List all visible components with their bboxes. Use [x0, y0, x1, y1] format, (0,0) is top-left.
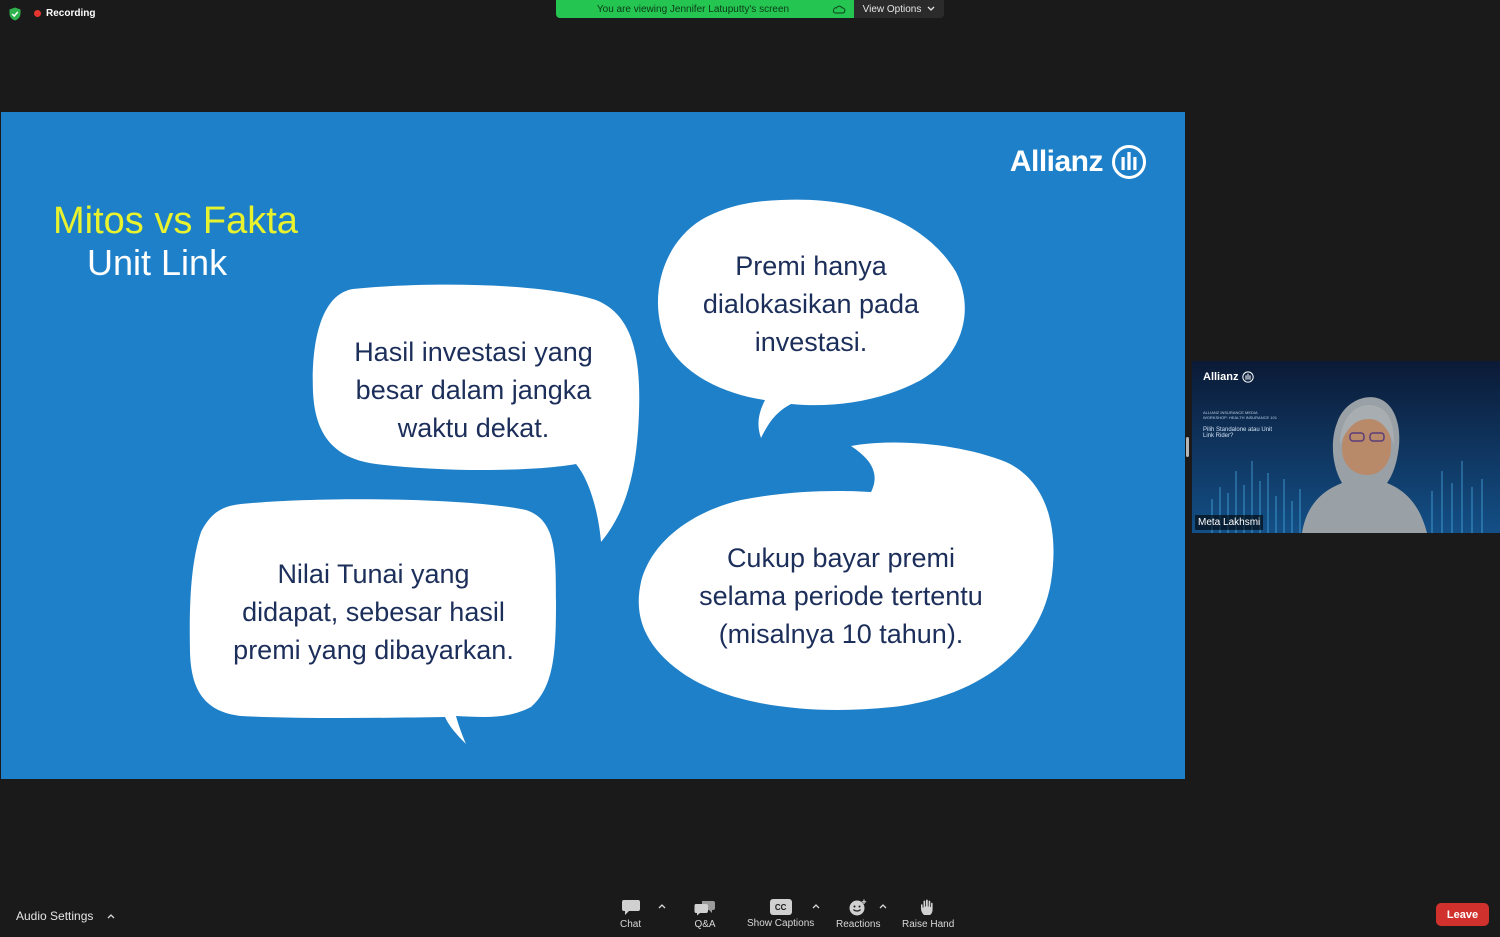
share-banner-text: You are viewing Jennifer Latuputty's scr…: [596, 3, 790, 15]
reactions-options-chevron-icon[interactable]: [879, 903, 887, 909]
virtual-background-graphic: [1192, 361, 1500, 533]
meeting-toolbar: Audio Settings Chat Q&A CC Show Captions: [0, 893, 1500, 937]
screen-share-banner: You are viewing Jennifer Latuputty's scr…: [556, 0, 854, 18]
allianz-eagle-icon: [1242, 371, 1255, 383]
chat-label: Chat: [620, 919, 642, 930]
closed-captions-icon: CC: [769, 899, 792, 915]
show-captions-label: Show Captions: [747, 918, 815, 929]
leave-button[interactable]: Leave: [1436, 903, 1489, 926]
recording-indicator[interactable]: Recording: [34, 8, 95, 19]
zoom-window: Recording You are viewing Jennifer Latup…: [0, 0, 1500, 937]
cloud-icon: [832, 5, 846, 14]
chat-button[interactable]: Chat: [620, 899, 641, 930]
raise-hand-label: Raise Hand: [902, 919, 955, 930]
chat-icon: [621, 900, 640, 915]
reactions-label: Reactions: [836, 919, 881, 930]
recording-label: Recording: [46, 8, 96, 19]
participant-video-tile[interactable]: Allianz ALLIANZ INSURANCE MEDIA WORKSHOP…: [1192, 361, 1500, 533]
recording-dot-icon: [34, 10, 41, 17]
audio-settings-button[interactable]: Audio Settings: [16, 909, 115, 923]
hand-icon: [921, 899, 933, 915]
view-options-label: View Options: [862, 3, 922, 15]
shared-screen-slide: Allianz Mitos vs Fakta Unit Link Hasil i…: [1, 112, 1185, 779]
captions-options-chevron-icon[interactable]: [812, 903, 820, 909]
pane-resize-handle[interactable]: [1186, 437, 1189, 457]
backdrop-subtitle: Pilih Standalone atau Unit Link Rider?: [1203, 427, 1273, 439]
chevron-up-icon: [107, 914, 115, 919]
qa-label: Q&A: [694, 919, 716, 930]
tile-brand-logo: Allianz: [1203, 371, 1255, 383]
speech-bubble-3-text: Nilai Tunai yang didapat, sebesar hasil …: [233, 559, 514, 665]
smiley-plus-icon: [849, 899, 867, 916]
chat-options-chevron-icon[interactable]: [658, 903, 666, 909]
speech-bubble-2-text: Premi hanya dialokasikan pada investasi.: [702, 251, 920, 357]
raise-hand-button[interactable]: Raise Hand: [902, 899, 954, 930]
speech-bubble-4-text: Cukup bayar premi selama periode tertent…: [699, 543, 983, 649]
qa-button[interactable]: Q&A: [694, 899, 716, 930]
show-captions-button[interactable]: CC Show Captions: [747, 899, 814, 929]
audio-settings-label: Audio Settings: [16, 909, 94, 923]
backdrop-event-text: ALLIANZ INSURANCE MEDIA WORKSHOP: HEALTH…: [1203, 410, 1277, 420]
speech-bubble-1-text: Hasil investasi yang besar dalam jangka …: [354, 337, 593, 443]
security-shield-icon[interactable]: [8, 7, 22, 21]
reactions-button[interactable]: Reactions: [836, 899, 880, 930]
view-options-button[interactable]: View Options: [854, 0, 944, 18]
qa-icon: [694, 901, 715, 916]
participant-name-label: Meta Lakhsmi: [1195, 515, 1264, 530]
chevron-down-icon: [927, 6, 935, 11]
